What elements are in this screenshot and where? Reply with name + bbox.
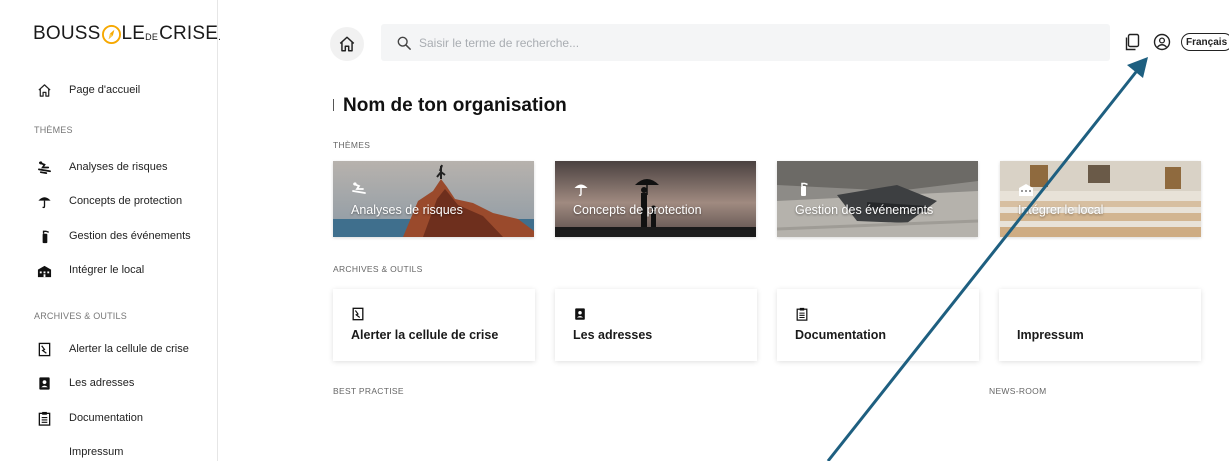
language-switch[interactable]: Français: [1181, 33, 1229, 51]
fire-extinguisher-icon: [801, 182, 808, 196]
home-icon: [339, 36, 355, 52]
section-title-themes: THÈMES: [333, 140, 371, 150]
sidebar-item-evenements[interactable]: Gestion des événements: [36, 226, 191, 246]
page-title: Nom de ton organisation: [343, 95, 567, 116]
address-book-icon: [575, 308, 585, 320]
tool-card-label: Les adresses: [573, 328, 653, 342]
theme-card-concepts[interactable]: Concepts de protection: [555, 161, 756, 237]
fire-extinguisher-icon: [36, 228, 52, 244]
sidebar-item-label: Page d'accueil: [69, 84, 141, 96]
sidebar-item-label: Gestion des événements: [69, 230, 191, 242]
sidebar-section-themes: THÈMES: [34, 125, 73, 135]
sidebar-item-label: Les adresses: [69, 377, 135, 389]
sidebar-item-label: Impressum: [69, 446, 124, 458]
risk-analysis-photo: [333, 161, 534, 237]
theme-card-label: Gestion des événements: [795, 203, 934, 217]
building-icon: [36, 262, 52, 278]
sidebar-item-analyses[interactable]: Analyses de risques: [36, 157, 167, 177]
sidebar-item-label: Documentation: [69, 412, 143, 424]
section-title-newsroom: NEWS-ROOM: [989, 386, 1047, 396]
tool-card-label: Alerter la cellule de crise: [351, 328, 499, 342]
copy-documents-icon[interactable]: [1123, 33, 1141, 51]
theme-card-label: Analyses de risques: [351, 203, 463, 217]
local-integration-photo: [1000, 161, 1201, 237]
logo-text-dot: .: [218, 32, 222, 43]
sidebar-item-label: Concepts de protection: [69, 195, 183, 207]
building-icon: [1019, 184, 1033, 196]
tool-card-label: Impressum: [1017, 328, 1084, 342]
text-cursor: [333, 99, 334, 111]
logo-text-bouss: BOUSS: [33, 23, 101, 44]
theme-card-analyses[interactable]: Analyses de risques: [333, 161, 534, 237]
sidebar-item-concepts[interactable]: Concepts de protection: [36, 191, 182, 211]
climber-icon: [352, 182, 366, 194]
search-icon: [397, 36, 411, 50]
search-input[interactable]: [419, 35, 1069, 50]
theme-card-local[interactable]: Intégrer le local: [1000, 161, 1201, 237]
clipboard-icon: [36, 410, 52, 426]
address-book-icon: [36, 375, 52, 391]
tool-card-documentation[interactable]: Documentation: [777, 289, 979, 361]
sidebar-item-impressum[interactable]: Impressum: [36, 442, 123, 461]
alert-document-icon: [352, 307, 364, 321]
logo-text-de: DE: [145, 32, 159, 42]
umbrella-icon: [36, 193, 52, 209]
home-icon: [36, 82, 52, 98]
sidebar-item-adresses[interactable]: Les adresses: [36, 373, 134, 393]
tool-card-alerter[interactable]: Alerter la cellule de crise: [333, 289, 535, 361]
user-account-icon[interactable]: [1153, 33, 1171, 51]
theme-card-label: Intégrer le local: [1018, 203, 1104, 217]
clipboard-icon: [796, 307, 808, 321]
search-bar[interactable]: [381, 24, 1110, 61]
sidebar: BOUSS LE DE CRISE . Page d'accueil THÈME…: [0, 0, 221, 461]
sidebar-item-home[interactable]: Page d'accueil: [36, 80, 140, 100]
sidebar-item-local[interactable]: Intégrer le local: [36, 260, 144, 280]
sidebar-item-label: Alerter la cellule de crise: [69, 343, 189, 355]
section-title-best-practise: BEST PRACTISE: [333, 386, 404, 396]
tool-card-label: Documentation: [795, 328, 886, 342]
tool-card-impressum[interactable]: Impressum: [999, 289, 1201, 361]
sidebar-section-tools: ARCHIVES & OUTILS: [34, 311, 127, 321]
compass-logo-icon: [101, 24, 121, 44]
sidebar-item-label: Intégrer le local: [69, 264, 145, 276]
sidebar-item-alerter[interactable]: Alerter la cellule de crise: [36, 339, 189, 359]
logo-text-crise: CRISE: [159, 23, 219, 44]
tool-card-adresses[interactable]: Les adresses: [555, 289, 757, 361]
logo[interactable]: BOUSS LE DE CRISE .: [33, 22, 221, 46]
home-button[interactable]: [330, 27, 364, 61]
sidebar-item-documentation[interactable]: Documentation: [36, 408, 143, 428]
blank-icon: [36, 444, 52, 460]
theme-card-evenements[interactable]: Gestion des événements: [777, 161, 978, 237]
section-title-tools: ARCHIVES & OUTILS: [333, 264, 423, 274]
sidebar-item-label: Analyses de risques: [69, 161, 168, 173]
climber-icon: [36, 159, 52, 175]
logo-text-le: LE: [121, 23, 146, 44]
alert-document-icon: [36, 341, 52, 357]
theme-card-label: Concepts de protection: [573, 203, 702, 217]
protection-concepts-photo: [555, 161, 756, 237]
event-management-photo: [777, 161, 978, 237]
umbrella-icon: [574, 184, 588, 197]
